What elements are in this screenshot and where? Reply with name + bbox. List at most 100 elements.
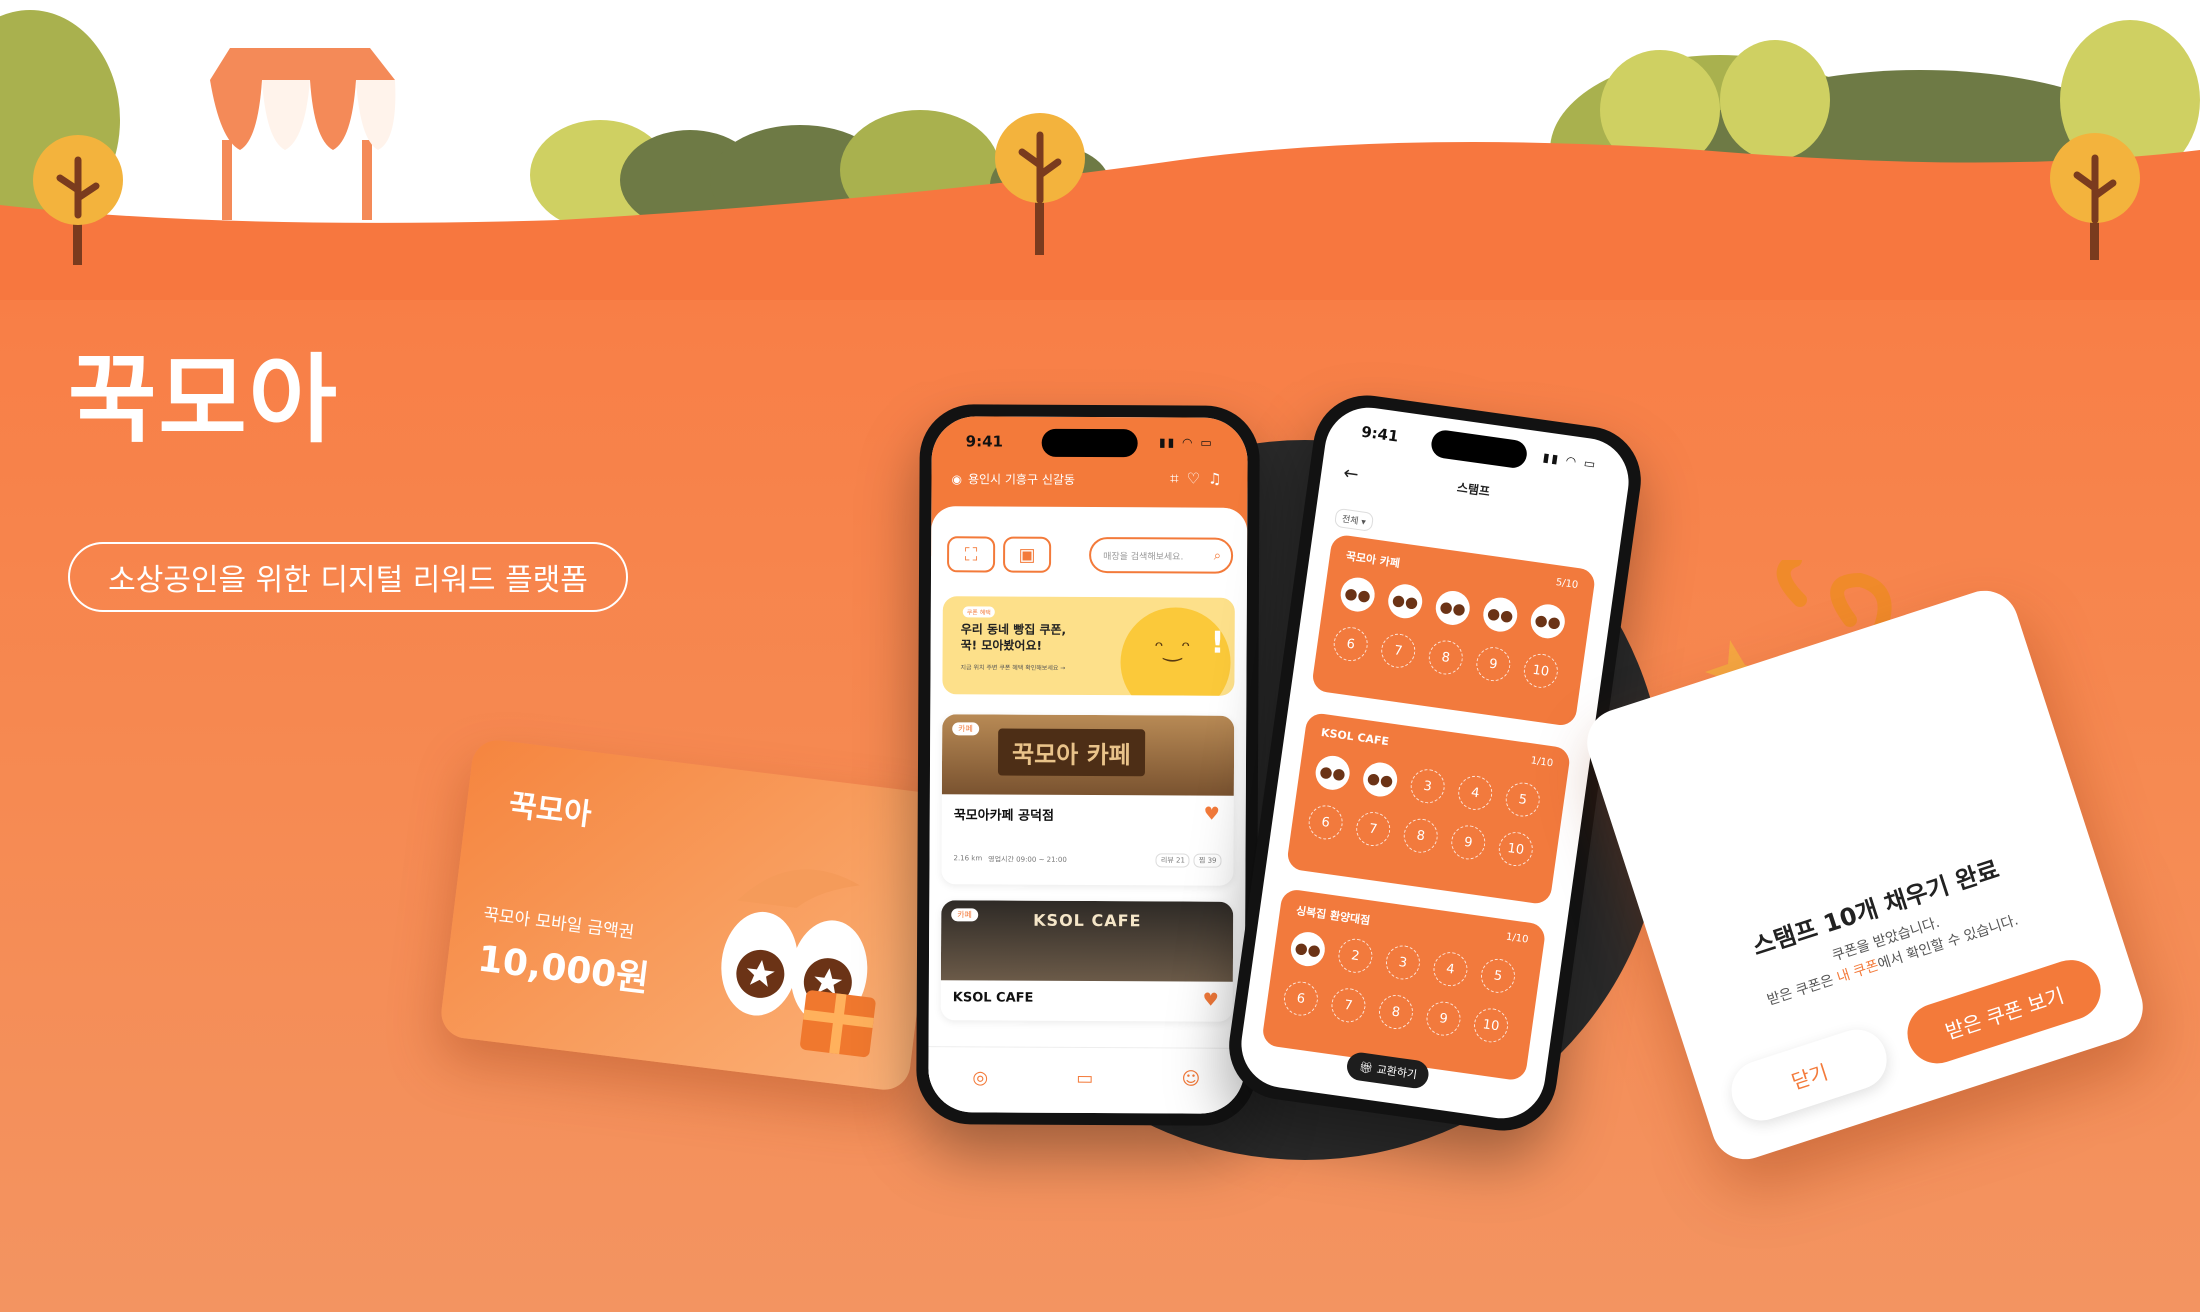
close-label: 닫기 — [1788, 1059, 1831, 1094]
stamp-slot: 2 — [1336, 936, 1375, 975]
stamp-filled-icon: ●● — [1481, 595, 1520, 634]
stamp-filter-label: 전체 — [1341, 514, 1360, 527]
store-sign-2: KSOL CAFE — [1033, 910, 1142, 931]
banner-sub: 지금 위치 주변 쿠폰 혜택 확인해보세요 → — [960, 664, 1066, 672]
store-likes-1: 찜 39 — [1193, 853, 1222, 868]
smiley-face: ᵔ‿ᵔ — [1154, 637, 1191, 663]
search-icon: ⌕ — [1213, 548, 1222, 564]
stamp-card-count: 1/10 — [1505, 931, 1530, 946]
stamp-slot: 3 — [1383, 943, 1423, 982]
stamp-slot: 9 — [1449, 823, 1488, 862]
stamp-slot: 9 — [1474, 644, 1513, 684]
store-stats-1: 리뷰 21 찜 39 — [1155, 853, 1222, 868]
exchange-label: 교환하기 — [1375, 1062, 1418, 1082]
stamp-filled-icon: ●● — [1338, 575, 1377, 614]
stamp-slot: 7 — [1329, 986, 1368, 1025]
bottom-nav: ◎ ▭ ☺ — [928, 1046, 1245, 1109]
store-distance-1: 2.16 km — [953, 854, 983, 863]
stamp-slot: 10 — [1496, 829, 1536, 869]
stamp-slot: 7 — [1379, 631, 1418, 670]
promo-banner-card[interactable]: 쿠폰 혜택 우리 동네 빵집 쿠폰, 꾹! 모아봤어요! 지금 위치 주변 쿠폰… — [942, 596, 1235, 696]
stamp-slot: 7 — [1354, 809, 1393, 849]
store-name-2: KSOL CAFE — [952, 990, 1034, 1006]
gift-icon: 🎁︎ — [1358, 1059, 1374, 1075]
stamp-filter[interactable]: 전체 ▾ — [1333, 507, 1375, 532]
close-button[interactable]: 닫기 — [1723, 1021, 1895, 1129]
search-input[interactable]: 매장을 검색해보세요. ⌕ — [1089, 537, 1234, 574]
coupon-button[interactable]: ▣ — [1003, 536, 1052, 573]
banner-line1: 우리 동네 빵집 쿠폰, — [960, 622, 1067, 637]
store-sign-1: 꾹모아 카페 — [997, 728, 1145, 777]
dynamic-island — [1041, 428, 1138, 458]
store-like-icon-2[interactable]: ♥ — [1203, 990, 1219, 1011]
nav-profile-icon[interactable]: ☺ — [1181, 1068, 1200, 1089]
brand-logo: 꾹모아 — [68, 344, 339, 456]
scan-icon[interactable]: ⌗ — [1170, 469, 1187, 487]
stamp-slot: 6 — [1281, 979, 1321, 1018]
promo-banner: 꾹모아 소상공인을 위한 디지털 리워드 플랫폼 꾹모아 꾹모아 모바일 금액권… — [0, 0, 2200, 1312]
store-hours-1: 영업시간 09:00 ~ 21:00 — [988, 855, 1067, 864]
home-screen: 9:41 ▮▮ ◠ ▭ ◉ 용인시 기흥구 신갈동 ⌗♡♫ ⛶ ▣ 매장을 검색… — [928, 416, 1248, 1114]
stamp-slot: 6 — [1306, 803, 1345, 842]
stamp-slot: 8 — [1401, 816, 1440, 855]
store-like-icon-1[interactable]: ♥ — [1204, 804, 1220, 825]
stamp-filled-icon: ●● — [1386, 582, 1425, 621]
exclamation-icon: ! — [1210, 625, 1225, 661]
stamp-card-name: 싱복집 환양대점 — [1295, 904, 1371, 928]
stamp-card-name: KSOL CAFE — [1320, 725, 1390, 749]
stamp-slot: 10 — [1471, 1006, 1511, 1045]
stamp-slot: 9 — [1424, 999, 1463, 1038]
stamp-card-count: 1/10 — [1530, 755, 1554, 770]
phone-home: 9:41 ▮▮ ◠ ▭ ◉ 용인시 기흥구 신갈동 ⌗♡♫ ⛶ ▣ 매장을 검색… — [916, 404, 1260, 1126]
stamp-filled-icon: ●● — [1360, 760, 1400, 799]
qr-scan-button[interactable]: ⛶ — [947, 536, 996, 573]
dynamic-island — [1429, 428, 1529, 470]
store-card-2[interactable]: KSOL CAFE 카페 KSOL CAFE ♥ — [940, 900, 1234, 1022]
view-coupon-label: 받은 쿠폰 보기 — [1942, 982, 2067, 1044]
gift-card: 꾹모아 꾹모아 모바일 금액권 10,000원 — [438, 737, 944, 1093]
store-tag-1: 카페 — [952, 722, 979, 736]
location-bar[interactable]: ◉ 용인시 기흥구 신갈동 — [951, 470, 1075, 488]
nav-map-icon[interactable]: ◎ — [972, 1067, 988, 1088]
stamp-slot: 10 — [1521, 651, 1561, 691]
search-placeholder: 매장을 검색해보세요. — [1103, 551, 1184, 562]
stamp-slot: 4 — [1456, 773, 1495, 813]
stamp-slot: 5 — [1503, 780, 1542, 819]
nav-card-icon[interactable]: ▭ — [1076, 1067, 1093, 1088]
stamp-slot: 8 — [1376, 992, 1416, 1032]
brand-tagline: 소상공인을 위한 디지털 리워드 플랫폼 — [68, 542, 628, 612]
stamp-filled-icon: ●● — [1313, 753, 1352, 793]
store-tag-2: 카페 — [951, 908, 978, 922]
banner-line2: 꾹! 모아봤어요! — [960, 638, 1043, 653]
stamp-card-1[interactable]: 꾹모아 카페 5/10 ●● ●● ●● ●● ●● 6 7 8 9 10 — [1310, 533, 1597, 728]
store-review-1: 리뷰 21 — [1155, 853, 1190, 868]
heart-icon[interactable]: ♡ — [1187, 470, 1209, 488]
stamp-filled-icon: ●● — [1288, 929, 1328, 969]
status-icons: ▮▮ ◠ ▭ — [1158, 435, 1214, 450]
stamp-slot: 3 — [1408, 767, 1447, 806]
stamp-slot: 6 — [1331, 624, 1370, 664]
stamp-card-name: 꾹모아 카페 — [1345, 549, 1401, 571]
stamp-slot: 5 — [1478, 956, 1518, 996]
status-time: 9:41 — [965, 432, 1004, 451]
banner-tag: 쿠폰 혜택 — [962, 606, 995, 618]
store-meta-1: 2.16 km 영업시간 09:00 ~ 21:00 — [953, 854, 1066, 865]
store-card-1[interactable]: 꾹모아 카페 카페 꾹모아카페 공덕점 ♥ 2.16 km 영업시간 09:00… — [941, 714, 1235, 886]
stamp-slot: 4 — [1431, 949, 1470, 989]
gift-card-logo: 꾹모아 — [506, 788, 594, 833]
view-coupon-button[interactable]: 받은 쿠폰 보기 — [1899, 952, 2109, 1072]
stamp-slot: 8 — [1426, 638, 1465, 677]
header-icons: ⌗♡♫ — [1170, 469, 1229, 487]
bell-icon[interactable]: ♫ — [1208, 470, 1230, 488]
store-name-1: 꾹모아카페 공덕점 — [953, 808, 1054, 824]
mascot-gift-icon — [721, 869, 876, 1058]
stamp-filled-icon: ●● — [1528, 602, 1568, 641]
stamp-filled-icon: ●● — [1433, 588, 1472, 628]
stamp-card-count: 5/10 — [1555, 577, 1579, 592]
status-icons: ▮▮ ◠ ▭ — [1542, 450, 1599, 472]
completion-dialog: 스탬프 10개 채우기 완료 쿠폰을 받았습니다. 받은 쿠폰은 내 쿠폰에서 … — [1578, 581, 2152, 1169]
location-label: 용인시 기흥구 신갈동 — [967, 472, 1076, 487]
stamp-card-3[interactable]: 싱복집 환양대점 1/10 ●● 2 3 4 5 6 7 8 9 10 — [1261, 888, 1547, 1082]
pin-icon: ◉ — [951, 471, 963, 486]
stamp-card-2[interactable]: KSOL CAFE 1/10 ●● ●● 3 4 5 6 7 8 9 10 — [1285, 711, 1572, 906]
